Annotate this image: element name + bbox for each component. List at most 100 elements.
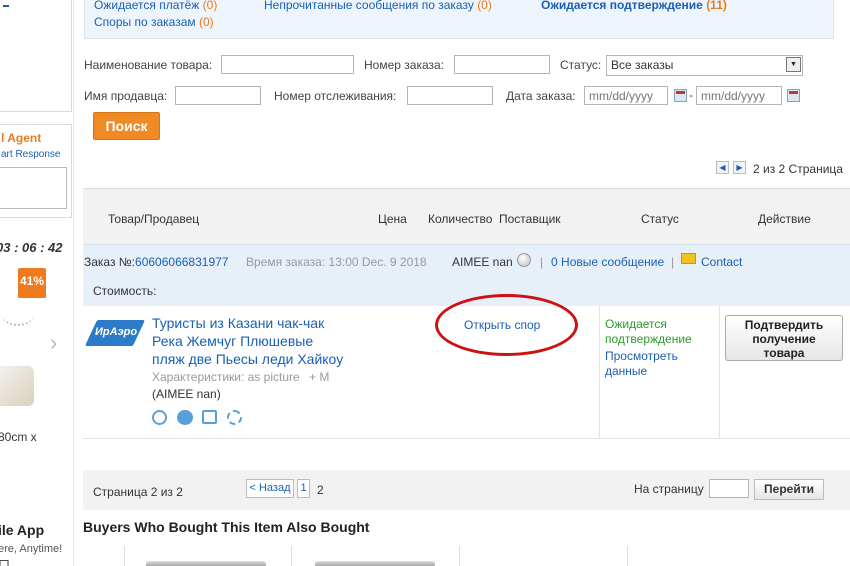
confirm-button-line: Подтвердить: [744, 318, 824, 332]
order-status-line: Ожидается: [605, 317, 667, 331]
disputes-link[interactable]: Споры по заказам (0): [94, 15, 214, 29]
new-messages-label: Новые сообщение: [561, 255, 665, 269]
product-characteristics: Характеристики: as picture + M: [152, 370, 329, 384]
order-number-label: Номер заказа:: [364, 58, 445, 72]
table-header: Товар/Продавец Цена Количество Поставщик…: [83, 188, 850, 245]
order-number-label: Заказ №:: [84, 255, 136, 269]
seller-chat-icon[interactable]: [517, 253, 531, 267]
column-header-product-seller: Товар/Продавец: [108, 212, 200, 226]
confirm-receipt-button[interactable]: Подтвердить получение товара: [725, 315, 843, 361]
box-icon[interactable]: [202, 410, 217, 424]
agent-title: l Agent: [1, 131, 42, 145]
mobile-app-subtitle: ere, Anytime!: [0, 543, 63, 555]
order-time-label: Время заказа:: [246, 255, 326, 269]
shield-icon[interactable]: [177, 410, 193, 425]
go-button[interactable]: Перейти: [754, 479, 824, 500]
related-column-divider: [124, 546, 125, 566]
agent-subtitle: art Response: [1, 149, 61, 160]
product-title-line: пляж две Пьесы леди Хайкоу: [152, 351, 344, 367]
search-button[interactable]: Поиск: [93, 112, 160, 140]
annotation-circle: [435, 294, 578, 356]
go-to-page-label: На страницу: [634, 482, 704, 496]
status-select-value: Все заказы: [611, 58, 674, 72]
product-thumbnail: [0, 366, 34, 406]
product-name-input[interactable]: [221, 55, 354, 74]
go-to-page-input[interactable]: [709, 479, 749, 498]
column-header-price: Цена: [378, 212, 407, 226]
column-header-status: Статус: [641, 212, 679, 226]
date-to-input[interactable]: [696, 86, 782, 105]
date-from-input[interactable]: [584, 86, 668, 105]
new-messages-link[interactable]: 0 Новые сообщение: [551, 255, 664, 269]
product-title-link[interactable]: Туристы из Казани чак-чак Река Жемчуг Пл…: [152, 314, 343, 368]
page-info: Страница 2 из 2: [93, 485, 183, 499]
order-status-line: подтверждение: [605, 332, 692, 346]
product-image-fragment: [2, 304, 34, 326]
seller-name-label: Имя продавца:: [84, 89, 168, 103]
disputes-label: Споры по заказам: [94, 15, 196, 29]
product-image[interactable]: ИрАэро: [84, 316, 146, 356]
sidebar-top-box: [0, 0, 72, 112]
unread-messages-count: (0): [477, 0, 492, 12]
current-page: 2: [317, 483, 324, 497]
tracking-number-input[interactable]: [407, 86, 493, 105]
prev-page-arrow-icon[interactable]: ◀: [716, 161, 729, 174]
status-label: Статус:: [560, 58, 602, 72]
refresh-icon[interactable]: [227, 410, 242, 425]
order-number: Заказ №:60606066831977: [84, 255, 228, 269]
sidebar-divider: [73, 0, 74, 566]
back-button[interactable]: < Назад: [246, 479, 294, 498]
calendar-icon[interactable]: [787, 89, 800, 102]
related-column-divider: [291, 546, 292, 566]
pagination-bar: Страница 2 из 2 < Назад 1 2 На страницу …: [83, 470, 850, 510]
related-column-divider: [459, 546, 460, 566]
confirm-button-line: получение: [752, 332, 816, 346]
separator: |: [540, 255, 544, 269]
related-column-divider: [627, 546, 628, 566]
characteristics-label: Характеристики:: [152, 370, 245, 384]
related-product-image[interactable]: [315, 561, 435, 566]
agent-message-input[interactable]: [0, 167, 67, 209]
order-number-link[interactable]: 60606066831977: [135, 255, 228, 269]
mobile-app-title: ile App: [0, 522, 45, 538]
chevron-down-icon[interactable]: ▼: [786, 57, 801, 72]
awaiting-payment-label: Ожидается платёж: [94, 0, 200, 12]
product-name-label: Наименование товара:: [84, 58, 213, 72]
column-header-action: Действие: [758, 212, 811, 226]
awaiting-confirmation-count: (11): [706, 0, 727, 12]
calendar-icon[interactable]: [674, 89, 687, 102]
awaiting-payment-link[interactable]: Ожидается платёж (0): [94, 0, 217, 12]
chevron-right-icon[interactable]: ›: [50, 330, 57, 356]
separator: |: [671, 255, 675, 269]
awaiting-payment-count: (0): [202, 0, 218, 12]
product-title-line: Река Жемчуг Плюшевые: [152, 333, 314, 349]
unread-messages-link[interactable]: Непрочитанные сообщения по заказу (0): [264, 0, 492, 12]
view-data-link[interactable]: Просмотреть данные: [605, 349, 678, 379]
sidebar-link-fragment[interactable]: [3, 5, 9, 7]
next-page-arrow-icon[interactable]: ▶: [733, 161, 746, 174]
column-divider: [719, 306, 720, 438]
awaiting-confirmation-label: Ожидается подтверждение: [541, 0, 703, 12]
product-size-text: 80cm x: [0, 430, 37, 444]
product-seller: (AIMEE nan): [152, 387, 221, 401]
page-1-link[interactable]: 1: [297, 479, 310, 498]
cost-label: Стоимость:: [93, 284, 157, 298]
order-time-value: 13:00 Dec. 9 2018: [328, 255, 427, 269]
clock-icon[interactable]: [152, 410, 167, 425]
envelope-icon[interactable]: [681, 253, 696, 264]
related-product-image[interactable]: [146, 561, 266, 566]
seller-name-input[interactable]: [175, 86, 261, 105]
order-time: Время заказа: 13:00 Dec. 9 2018: [246, 255, 427, 269]
characteristics-value: as picture: [247, 370, 300, 384]
column-header-supplier: Поставщик: [499, 212, 561, 226]
order-number-input[interactable]: [454, 55, 550, 74]
disputes-count: (0): [198, 15, 214, 29]
contact-link[interactable]: Contact: [701, 255, 742, 269]
tracking-number-label: Номер отслеживания:: [274, 89, 397, 103]
view-data-line: Просмотреть: [605, 349, 678, 363]
unread-messages-label: Непрочитанные сообщения по заказу: [264, 0, 474, 12]
view-data-line: данные: [605, 364, 648, 378]
status-select[interactable]: Все заказы ▼: [606, 55, 803, 76]
confirm-button-line: товара: [763, 346, 805, 360]
awaiting-confirmation-link[interactable]: Ожидается подтверждение (11): [541, 0, 727, 12]
